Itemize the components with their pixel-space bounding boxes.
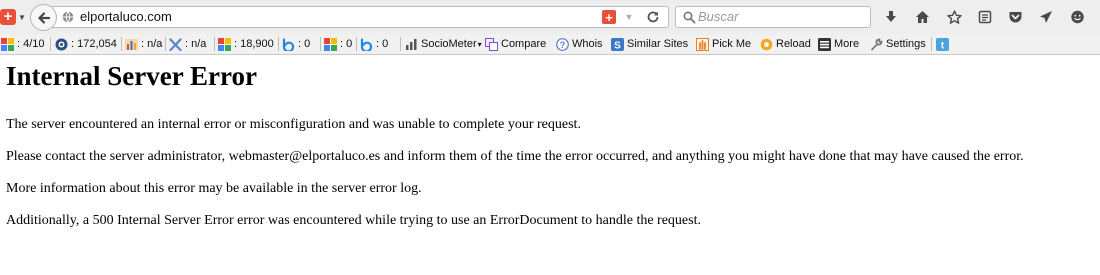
search-icon [683,11,696,24]
alexa-rank-item[interactable]: : 172,054 [55,34,117,54]
twitter-button[interactable]: t [936,34,949,54]
google-backlinks-item[interactable]: : 0 [324,34,352,54]
compare-icon [485,37,498,51]
bing-backlinks-value: : 0 [376,38,389,50]
similar-sites-icon: S [611,37,624,51]
toolbar-divider [165,37,166,51]
more-label: More [834,38,860,50]
sociometer-icon [405,38,418,51]
more-icon [818,37,831,51]
pick-me-button[interactable]: Pick Me [696,34,751,54]
similar-sites-button[interactable]: S Similar Sites [611,34,688,54]
google-icon [324,37,337,51]
settings-button[interactable]: Settings [870,34,926,54]
url-text[interactable]: elportaluco.com [80,9,172,24]
whois-label: Whois [572,38,603,50]
similar-sites-label: Similar Sites [627,38,689,50]
home-icon[interactable] [914,9,930,25]
delicious-count-item[interactable]: : n/a [169,34,206,54]
whois-button[interactable]: ? Whois [556,34,603,54]
download-icon[interactable] [883,9,899,25]
google-index-item[interactable]: : 18,900 [218,34,274,54]
bookmark-star-icon[interactable] [946,9,962,25]
bookmark-count-value: : n/a [141,38,163,50]
delicious-icon [169,37,182,51]
toolbar-divider [320,37,321,51]
pick-me-label: Pick Me [712,38,752,50]
addon-menu-button[interactable]: + [0,9,16,25]
reload-gear-icon [760,38,773,51]
toolbar-divider [121,37,122,51]
google-pagerank-value: : 4/10 [17,38,45,50]
page-title: Internal Server Error [6,61,257,91]
sociometer-caret-icon: ▾ [477,39,482,49]
svg-text:S: S [614,40,621,51]
settings-label: Settings [886,38,926,50]
question-icon: ? [556,37,569,51]
bing-icon [360,37,373,53]
reload-icon[interactable] [645,9,661,25]
svg-text:?: ? [560,40,566,50]
more-button[interactable]: More [818,34,859,54]
google-index-value: : 18,900 [234,38,274,50]
sociometer-label: SocioMeter [421,38,477,50]
alexa-icon [55,38,68,51]
sociometer-menu[interactable]: SocioMeter ▾ [405,34,482,54]
reload-toolbar-button[interactable]: Reload [760,34,811,54]
seo-toolbar: : 4/10 : 172,054 : n/a : n/a : 18,900 : … [0,34,1100,55]
pocket-icon[interactable] [1007,9,1023,25]
twitter-icon: t [936,37,949,51]
page-content: Internal Server Error The server encount… [0,55,1100,275]
wrench-icon [870,38,883,51]
google-pagerank-item[interactable]: : 4/10 [1,34,45,54]
stats-bar-icon [125,38,138,51]
toolbar-divider [214,37,215,51]
google-icon [218,37,231,51]
compare-button[interactable]: Compare [485,34,546,54]
reading-list-icon[interactable] [977,9,993,25]
addon-plus-icon[interactable]: + [602,10,616,25]
bing-index-value: : 0 [298,38,311,50]
search-input[interactable] [698,9,858,24]
compare-label: Compare [501,38,547,50]
back-arrow-icon [37,11,50,24]
toolbar-divider [931,37,932,51]
navigation-bar: + ▼ elportaluco.com + ▼ [0,0,1100,34]
chat-smiley-icon[interactable] [1069,9,1085,25]
bing-icon [282,37,295,53]
hand-icon [696,37,709,51]
toolbar-divider [278,37,279,51]
delicious-count-value: : n/a [185,38,207,50]
error-document-paragraph: Additionally, a 500 Internal Server Erro… [6,213,701,228]
contact-admin-paragraph: Please contact the server administrator,… [6,149,1024,164]
bing-backlinks-item[interactable]: : 0 [360,34,388,54]
error-log-paragraph: More information about this error may be… [6,181,422,196]
bookmark-count-item[interactable]: : n/a [125,34,162,54]
error-message-paragraph: The server encountered an internal error… [6,117,581,132]
toolbar-divider [400,37,401,51]
send-icon[interactable] [1038,9,1054,25]
toolbar-divider [356,37,357,51]
reload-label: Reload [776,38,811,50]
google-backlinks-value: : 0 [340,38,353,50]
google-icon [1,37,14,51]
addon-menu-caret-icon[interactable]: ▼ [18,12,26,22]
globe-icon [62,11,74,23]
dropdown-arrow-icon[interactable]: ▼ [624,12,634,22]
alexa-rank-value: : 172,054 [71,38,117,50]
bing-index-item[interactable]: : 0 [282,34,310,54]
toolbar-divider [50,37,51,51]
back-button[interactable] [30,4,57,31]
